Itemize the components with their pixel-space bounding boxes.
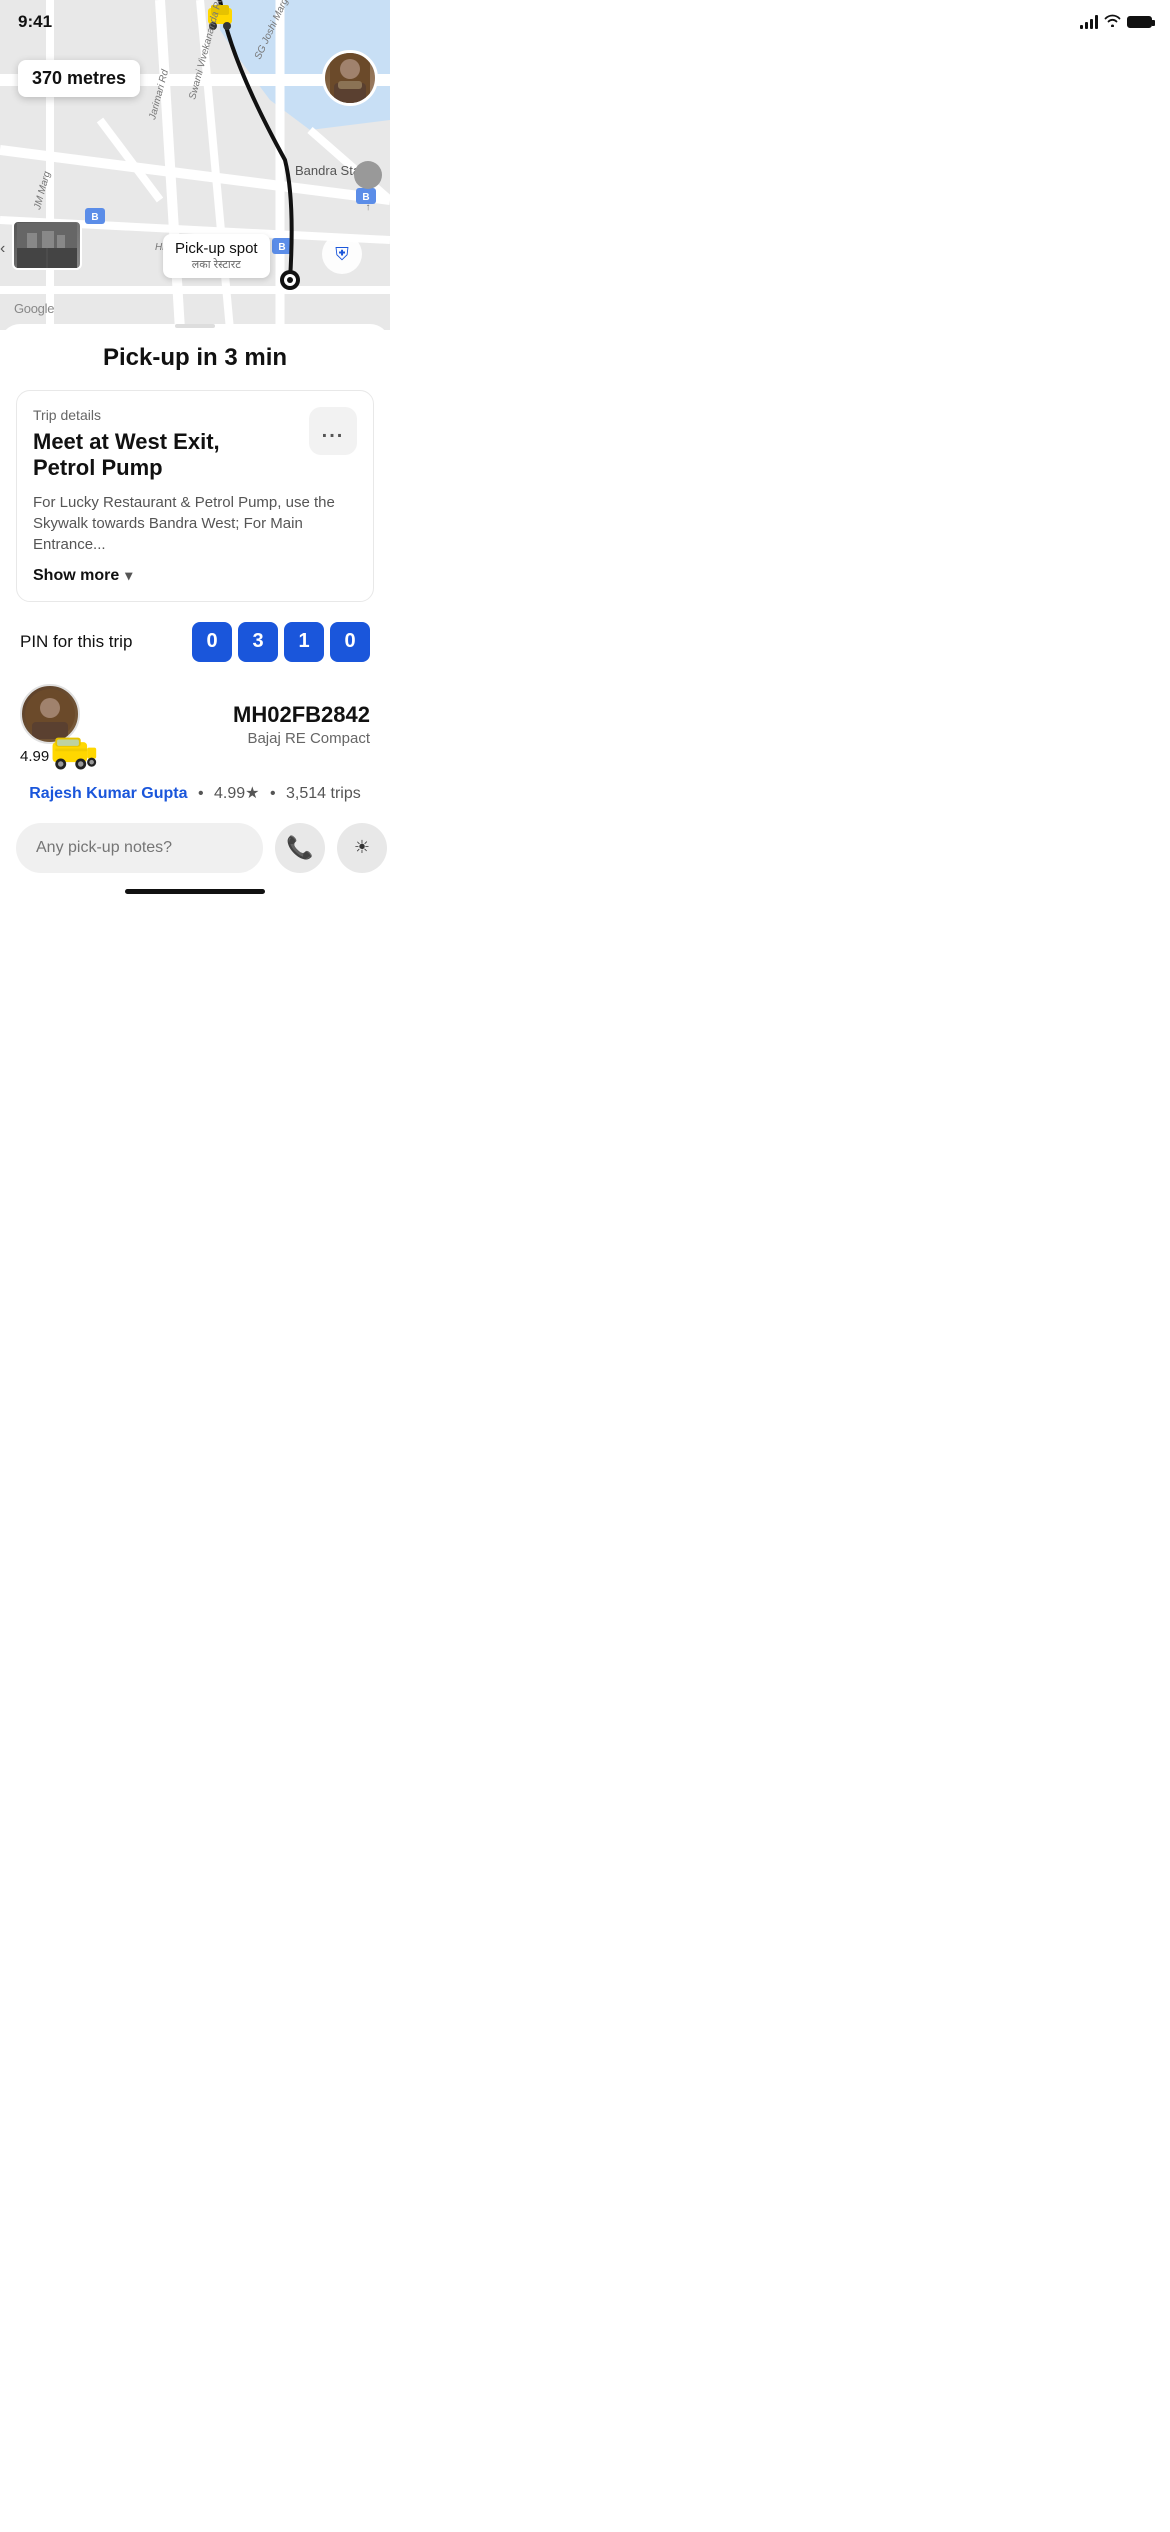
trip-card: Trip details Meet at West Exit, Petrol P… [16, 390, 374, 602]
chevron-down-icon: ▾ [125, 567, 132, 584]
pin-digit-2: 1 [284, 622, 324, 662]
google-logo: Google [14, 301, 54, 316]
status-icons [1080, 14, 1152, 30]
pin-digit-0: 0 [192, 622, 232, 662]
show-more-button[interactable]: Show more ▾ [33, 567, 132, 585]
map-area: B B B Jarimari Rd Swami Vivekananda Rd S… [0, 0, 390, 330]
pickup-spot-label: Pick-up spot लका रेस्टारट [163, 234, 270, 278]
driver-name-link[interactable]: Rajesh Kumar Gupta [29, 785, 187, 802]
battery-icon [1127, 16, 1152, 28]
driver-name-row: Rajesh Kumar Gupta • 4.99★ • 3,514 trips [0, 783, 390, 803]
drag-handle[interactable] [175, 324, 215, 328]
vehicle-model: Bajaj RE Compact [96, 730, 370, 747]
signal-icon [1080, 15, 1098, 29]
status-time: 9:41 [18, 12, 52, 32]
trip-title: Meet at West Exit, Petrol Pump [33, 429, 276, 482]
svg-text:↑: ↑ [366, 202, 371, 213]
svg-text:B: B [278, 242, 285, 253]
pickup-title: Pick-up in 3 min [0, 344, 390, 372]
sun-icon: ☀ [354, 837, 370, 858]
bottom-panel: Pick-up in 3 min Trip details Meet at We… [0, 324, 390, 914]
pin-digits: 0 3 1 0 [192, 622, 370, 662]
pin-section: PIN for this trip 0 3 1 0 [0, 622, 390, 662]
pin-digit-3: 0 [330, 622, 370, 662]
street-photo-chevron: ‹ [0, 240, 5, 258]
wifi-icon [1104, 14, 1121, 30]
driver-avatar-wrap: 4.99 ★ [20, 684, 80, 765]
svg-text:B: B [91, 212, 98, 223]
driver-section: 4.99 ★ MH02FB2842 Bajaj RE Compact [0, 684, 390, 765]
avatar-image [325, 53, 375, 103]
auto-rickshaw-icon [48, 735, 98, 773]
pickup-notes-input[interactable] [16, 823, 263, 873]
distance-badge: 370 metres [18, 60, 140, 97]
vehicle-plate: MH02FB2842 [96, 702, 370, 728]
phone-icon: 📞 [286, 835, 313, 861]
trip-description: For Lucky Restaurant & Petrol Pump, use … [33, 492, 357, 555]
home-indicator [125, 889, 265, 894]
pin-label: PIN for this trip [20, 632, 132, 652]
more-options-button[interactable]: ... [309, 407, 357, 455]
status-bar: 9:41 [0, 0, 1170, 44]
bottom-actions: 📞 ☀ [0, 823, 390, 873]
driver-vehicle: MH02FB2842 Bajaj RE Compact [96, 702, 370, 747]
svg-text:⛨: ⛨ [335, 244, 349, 264]
street-view-photo[interactable] [12, 220, 82, 270]
pin-digit-1: 3 [238, 622, 278, 662]
lights-button[interactable]: ☀ [337, 823, 387, 873]
call-button[interactable]: 📞 [275, 823, 325, 873]
user-avatar[interactable] [322, 50, 378, 106]
